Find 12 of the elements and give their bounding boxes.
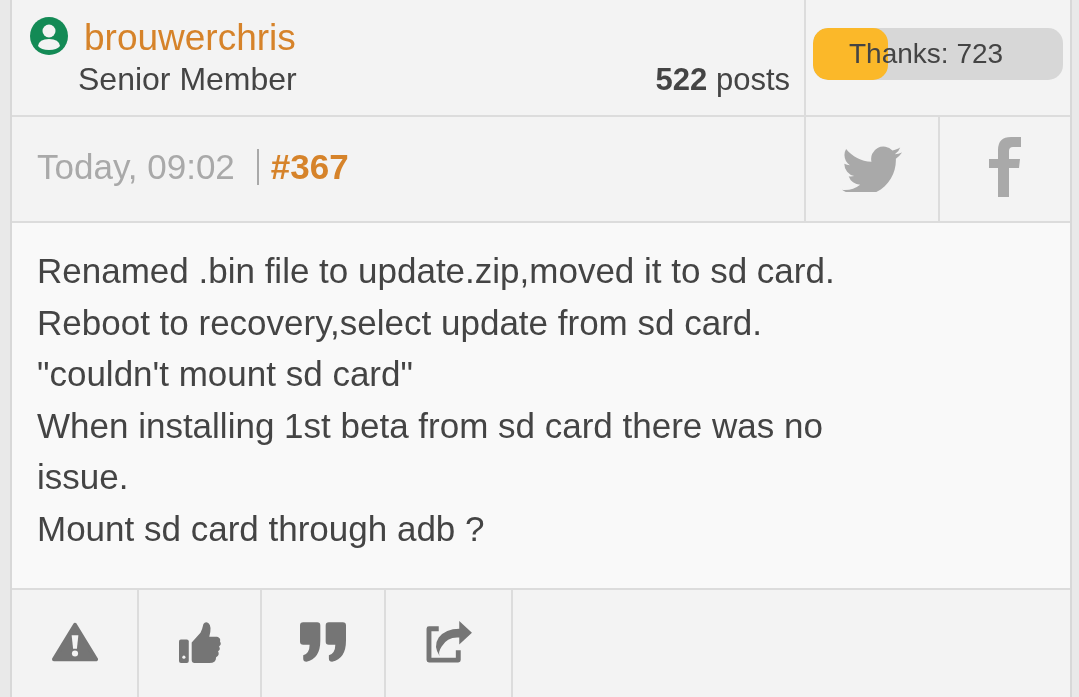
post-number-link[interactable]: #367: [270, 147, 349, 187]
post-body-text: Renamed .bin file to update.zip,moved it to sd card. Reboot to recovery,select update from sd card. "couldn't mount sd card" When installing 1st beta from sd card there was no issue. Mount sd card through adb ?: [37, 250, 836, 550]
user-avatar-icon: [30, 17, 68, 55]
warning-icon: [51, 620, 98, 663]
facebook-icon: [989, 137, 1021, 197]
quote-icon: [300, 620, 346, 663]
member-rank: Senior Member: [78, 60, 297, 99]
thumbs-up-icon: [176, 620, 223, 663]
post-time: Today, 09:02: [37, 147, 235, 187]
post-count: 522 posts: [655, 61, 790, 99]
username-link[interactable]: brouwerchris: [84, 17, 297, 59]
share-icon: [425, 620, 472, 663]
